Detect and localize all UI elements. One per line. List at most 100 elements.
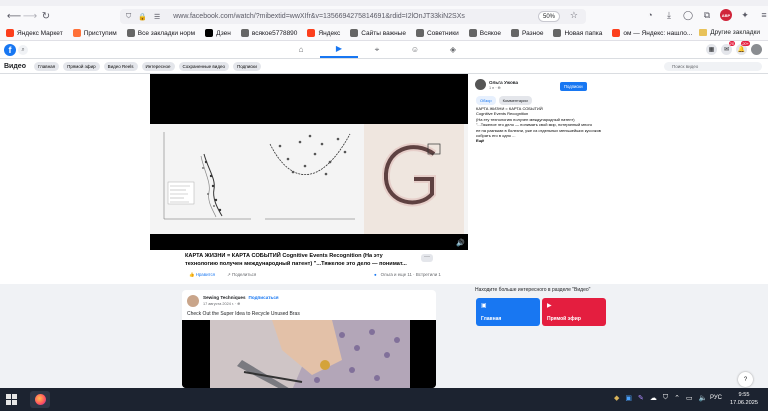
bookmark-label: Дзен: [216, 29, 231, 37]
bookmark-item[interactable]: всякое5778890: [240, 29, 297, 37]
video-icon[interactable]: ▶: [320, 41, 358, 58]
help-icon[interactable]: ?: [738, 372, 753, 387]
adblock-icon[interactable]: ABP: [720, 9, 732, 21]
like-button[interactable]: 👍 Нравится: [189, 272, 215, 278]
url-text[interactable]: www.facebook.com/watch/?mibextid=wwXIfr&…: [173, 13, 465, 20]
live-video-icon: ▶: [547, 303, 552, 309]
bookmark-item[interactable]: Яндекс: [307, 29, 340, 37]
video-player[interactable]: 🔊: [150, 74, 468, 250]
author-avatar[interactable]: [475, 79, 486, 90]
home-icon[interactable]: ⌂: [282, 41, 320, 58]
clock[interactable]: 9:55 17.06.2025: [730, 391, 758, 407]
tab-overview[interactable]: Обзор: [476, 96, 496, 105]
feed-video-frame: [182, 320, 436, 388]
bookmark-item[interactable]: Приступим: [72, 29, 117, 37]
more-options-button[interactable]: ···: [421, 254, 433, 262]
feed-author-avatar[interactable]: [187, 295, 199, 307]
pocket-icon[interactable]: ◔: [644, 9, 656, 21]
firefox-taskbar-icon[interactable]: [30, 391, 50, 408]
follow-button[interactable]: Подписаться: [249, 295, 279, 300]
bookmark-item[interactable]: Сайты важные: [350, 29, 406, 37]
author-name[interactable]: Ольга Ужова: [489, 80, 518, 85]
feed-post-date: 17 августа 2024 г. · ⊕: [203, 302, 241, 306]
see-more-link[interactable]: Ещё: [476, 138, 606, 143]
author-block[interactable]: Ольга Ужова 1 н · ⊕: [475, 79, 518, 90]
home-video-icon: ▣: [481, 303, 487, 309]
gaming-icon[interactable]: ◈: [434, 41, 472, 58]
search-icon[interactable]: ⌕: [18, 45, 28, 55]
back-button[interactable]: ⟵: [6, 8, 22, 24]
desc-line: "...Тяжелое это дело — понимать свой мир…: [476, 122, 593, 128]
volume-icon[interactable]: 🔊: [456, 239, 465, 247]
notifications-icon[interactable]: 🔔 20+: [736, 41, 750, 55]
subscribe-button[interactable]: Подписки: [560, 82, 587, 91]
bookmark-item[interactable]: Разное: [511, 29, 543, 37]
tab-live[interactable]: Прямой эфир: [63, 61, 100, 71]
bookmark-item[interactable]: Новая папка: [553, 29, 602, 37]
bookmark-star-icon[interactable]: ☆: [570, 10, 578, 21]
bookmark-label: Новая папка: [564, 29, 603, 37]
video-search-input[interactable]: Поиск видео: [664, 62, 762, 71]
marketplace-icon[interactable]: ⌖: [358, 41, 396, 58]
language-indicator[interactable]: РУС: [710, 395, 722, 401]
video-title: КАРТА ЖИЗНИ = КАРТА СОБЫТИЙ Cognitive Ev…: [185, 253, 407, 267]
feed-post-card: Sewing Techniques Подписаться 17 августа …: [182, 290, 436, 388]
account-icon[interactable]: ◯: [682, 9, 694, 21]
tile-live[interactable]: ▶ Прямой эфир: [542, 298, 606, 326]
feed-video[interactable]: [182, 320, 436, 388]
tray-shield-icon[interactable]: ⛉: [663, 394, 668, 402]
video-section-title: Видео: [4, 62, 26, 70]
subscribe-label: Подписки: [564, 84, 583, 89]
feed-author-line: Sewing Techniques Подписаться: [203, 295, 279, 300]
downloads-icon[interactable]: ⤓: [663, 9, 675, 21]
forward-button[interactable]: ⟶: [22, 8, 38, 24]
tray-app-icon[interactable]: ◆: [614, 394, 619, 402]
tray-window-icon[interactable]: ▣: [625, 394, 632, 402]
reload-button[interactable]: ↻: [38, 8, 54, 24]
tray-pen-icon[interactable]: ✎: [638, 394, 644, 402]
tray-chevron-icon[interactable]: ⌃: [674, 394, 680, 402]
other-bookmarks[interactable]: Другие закладки: [699, 29, 760, 36]
tray-cloud-icon[interactable]: ☁: [650, 394, 657, 402]
volume-tray-icon[interactable]: 🔈: [699, 394, 708, 402]
network-icon[interactable]: ▭: [686, 394, 693, 402]
tile-home[interactable]: ▣ Главная: [476, 298, 540, 326]
bookmark-icon: [468, 29, 477, 37]
messenger-icon[interactable]: ✉ 20: [721, 41, 735, 55]
bookmark-item[interactable]: Все закладки норм: [126, 29, 195, 37]
profile-avatar[interactable]: [751, 44, 762, 55]
menu-icon[interactable]: ≡: [758, 9, 768, 21]
bookmark-item[interactable]: Советники: [415, 29, 459, 37]
clock-date: 17.06.2025: [730, 400, 758, 406]
feed-author-name[interactable]: Sewing Techniques: [203, 295, 246, 300]
facebook-logo[interactable]: f: [4, 44, 16, 56]
stats-text: Ольга и еще 11 · Встретили 1: [380, 272, 441, 277]
url-bar[interactable]: ⛉ 🔒 ☰ www.facebook.com/watch/?mibextid=w…: [120, 9, 586, 24]
tab-reels[interactable]: Видео Reels: [103, 61, 138, 71]
tab-home[interactable]: Главная: [33, 61, 60, 71]
extensions-icon[interactable]: ⧉: [701, 9, 713, 21]
bookmark-label: Яндекс: [318, 29, 341, 37]
bookmark-icon: [612, 29, 621, 37]
permissions-icon[interactable]: ☰: [154, 13, 160, 21]
tab-following[interactable]: Подписки: [232, 61, 261, 71]
tile-live-label: Прямой эфир: [547, 316, 581, 322]
tab-saved[interactable]: Сохраненные видео: [178, 61, 229, 71]
bookmark-item[interactable]: Всякое: [468, 29, 501, 37]
start-button[interactable]: [6, 394, 17, 405]
bookmark-item[interactable]: Дзен: [205, 29, 231, 37]
bookmark-item[interactable]: Яндекс Маркет: [6, 29, 63, 37]
groups-icon[interactable]: ☺: [396, 41, 434, 58]
reaction-stats[interactable]: ● Ольга и еще 11 · Встретили 1: [374, 272, 441, 277]
apps-grid-icon[interactable]: ▦: [706, 44, 717, 55]
bookmark-item[interactable]: ом — Яндекс: нашло...: [612, 29, 692, 37]
zoom-level[interactable]: 50%: [538, 11, 560, 22]
tab-explore[interactable]: Интересное: [141, 61, 175, 71]
feed-post-title: Check Out the Super Idea to Recycle Unus…: [187, 311, 300, 317]
tab-comments[interactable]: Комментарии: [498, 96, 532, 105]
toolbar-right: ◔ ⤓ ◯ ⧉ ABP ✦ ≡: [644, 9, 768, 21]
puzzle-icon[interactable]: ✦: [739, 9, 751, 21]
bookmark-icon: [72, 29, 81, 37]
system-tray: ◆ ▣ ✎ ☁ ⛉ ⌃ ▭ 🔈: [614, 394, 707, 402]
share-button[interactable]: ↗ Поделиться: [227, 272, 256, 278]
